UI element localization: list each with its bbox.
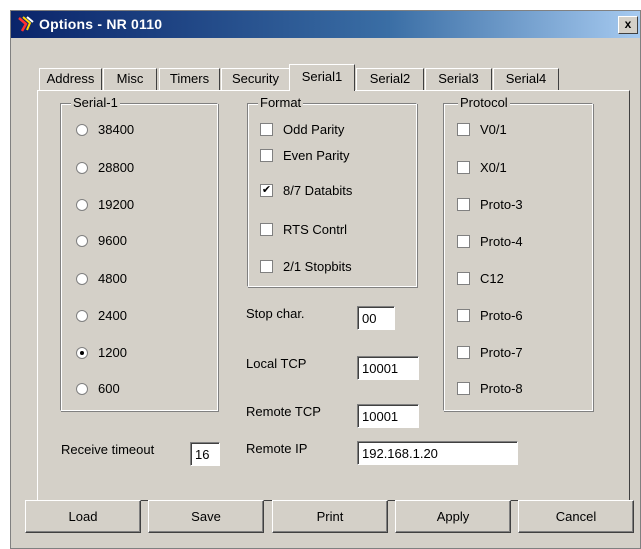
- baud-rate-group: Serial-1: [60, 95, 218, 411]
- x0-1-checkbox[interactable]: [457, 161, 470, 174]
- baud-option-4800[interactable]: 4800: [76, 271, 127, 286]
- receive-timeout-label: Receive timeout: [61, 442, 155, 457]
- tab-misc[interactable]: Misc: [103, 68, 157, 90]
- local-tcp-input[interactable]: [357, 356, 419, 380]
- tab-security[interactable]: Security: [221, 68, 290, 90]
- app-icon: [18, 16, 34, 32]
- local-tcp-label: Local TCP: [246, 356, 307, 371]
- print-button[interactable]: Print: [272, 500, 388, 533]
- protocol-proto-3[interactable]: Proto-3: [457, 197, 523, 212]
- radio-4800[interactable]: [76, 272, 88, 285]
- even-parity-checkbox[interactable]: [260, 149, 273, 162]
- protocol-x0-1[interactable]: X0/1: [457, 160, 507, 175]
- remote-tcp-input[interactable]: [357, 404, 419, 428]
- baud-option-28800[interactable]: 28800: [76, 160, 134, 175]
- tab-serial1[interactable]: Serial1: [289, 64, 355, 91]
- title-bar[interactable]: Options - NR 0110 x: [11, 11, 640, 38]
- cancel-button[interactable]: Cancel: [518, 500, 634, 533]
- baud-option-600[interactable]: 600: [76, 381, 120, 396]
- remote-ip-input[interactable]: [357, 441, 518, 465]
- remote-ip-label: Remote IP: [246, 441, 308, 456]
- protocol-legend: Protocol: [458, 95, 510, 110]
- stop-char-label: Stop char.: [246, 306, 305, 321]
- radio-38400[interactable]: [76, 123, 88, 136]
- baud-option-2400[interactable]: 2400: [76, 308, 127, 323]
- protocol-proto-7[interactable]: Proto-7: [457, 345, 523, 360]
- save-button[interactable]: Save: [148, 500, 264, 533]
- baud-option-1200[interactable]: 1200: [76, 345, 127, 360]
- baud-option-38400[interactable]: 38400: [76, 122, 134, 137]
- radio-2400[interactable]: [76, 309, 88, 322]
- format-odd-parity[interactable]: Odd Parity: [260, 122, 344, 137]
- databits-checkbox[interactable]: ✔: [260, 184, 273, 197]
- baud-option-9600[interactable]: 9600: [76, 233, 127, 248]
- proto-4-checkbox[interactable]: [457, 235, 470, 248]
- proto-8-checkbox[interactable]: [457, 382, 470, 395]
- format-legend: Format: [258, 95, 304, 110]
- tab-serial2[interactable]: Serial2: [356, 68, 424, 90]
- v0-1-checkbox[interactable]: [457, 123, 470, 136]
- stopbits-checkbox[interactable]: [260, 260, 273, 273]
- tab-serial4[interactable]: Serial4: [493, 68, 559, 90]
- close-icon: x: [624, 17, 632, 31]
- proto-3-checkbox[interactable]: [457, 198, 470, 211]
- stop-char-input[interactable]: [357, 306, 395, 330]
- format-databits[interactable]: ✔ 8/7 Databits: [260, 183, 352, 198]
- protocol-proto-6[interactable]: Proto-6: [457, 308, 523, 323]
- window-title: Options - NR 0110: [39, 16, 163, 32]
- radio-28800[interactable]: [76, 161, 88, 174]
- rts-control-checkbox[interactable]: [260, 223, 273, 236]
- protocol-proto-8[interactable]: Proto-8: [457, 381, 523, 396]
- tab-address[interactable]: Address: [39, 68, 102, 90]
- protocol-group: Protocol: [443, 95, 593, 411]
- baud-option-19200[interactable]: 19200: [76, 197, 134, 212]
- format-rts-control[interactable]: RTS Contrl: [260, 222, 347, 237]
- proto-6-checkbox[interactable]: [457, 309, 470, 322]
- tab-timers[interactable]: Timers: [159, 68, 220, 90]
- load-button[interactable]: Load: [25, 500, 141, 533]
- protocol-c12[interactable]: C12: [457, 271, 504, 286]
- radio-1200[interactable]: [76, 346, 88, 359]
- odd-parity-checkbox[interactable]: [260, 123, 273, 136]
- proto-7-checkbox[interactable]: [457, 346, 470, 359]
- format-even-parity[interactable]: Even Parity: [260, 148, 349, 163]
- receive-timeout-input[interactable]: [190, 442, 220, 466]
- apply-button[interactable]: Apply: [395, 500, 511, 533]
- tab-serial3[interactable]: Serial3: [425, 68, 492, 90]
- format-stopbits[interactable]: 2/1 Stopbits: [260, 259, 352, 274]
- protocol-v0-1[interactable]: V0/1: [457, 122, 507, 137]
- radio-19200[interactable]: [76, 198, 88, 211]
- remote-tcp-label: Remote TCP: [246, 404, 321, 419]
- protocol-proto-4[interactable]: Proto-4: [457, 234, 523, 249]
- radio-9600[interactable]: [76, 234, 88, 247]
- close-button[interactable]: x: [618, 16, 638, 34]
- baud-rate-legend: Serial-1: [71, 95, 120, 110]
- c12-checkbox[interactable]: [457, 272, 470, 285]
- radio-600[interactable]: [76, 382, 88, 395]
